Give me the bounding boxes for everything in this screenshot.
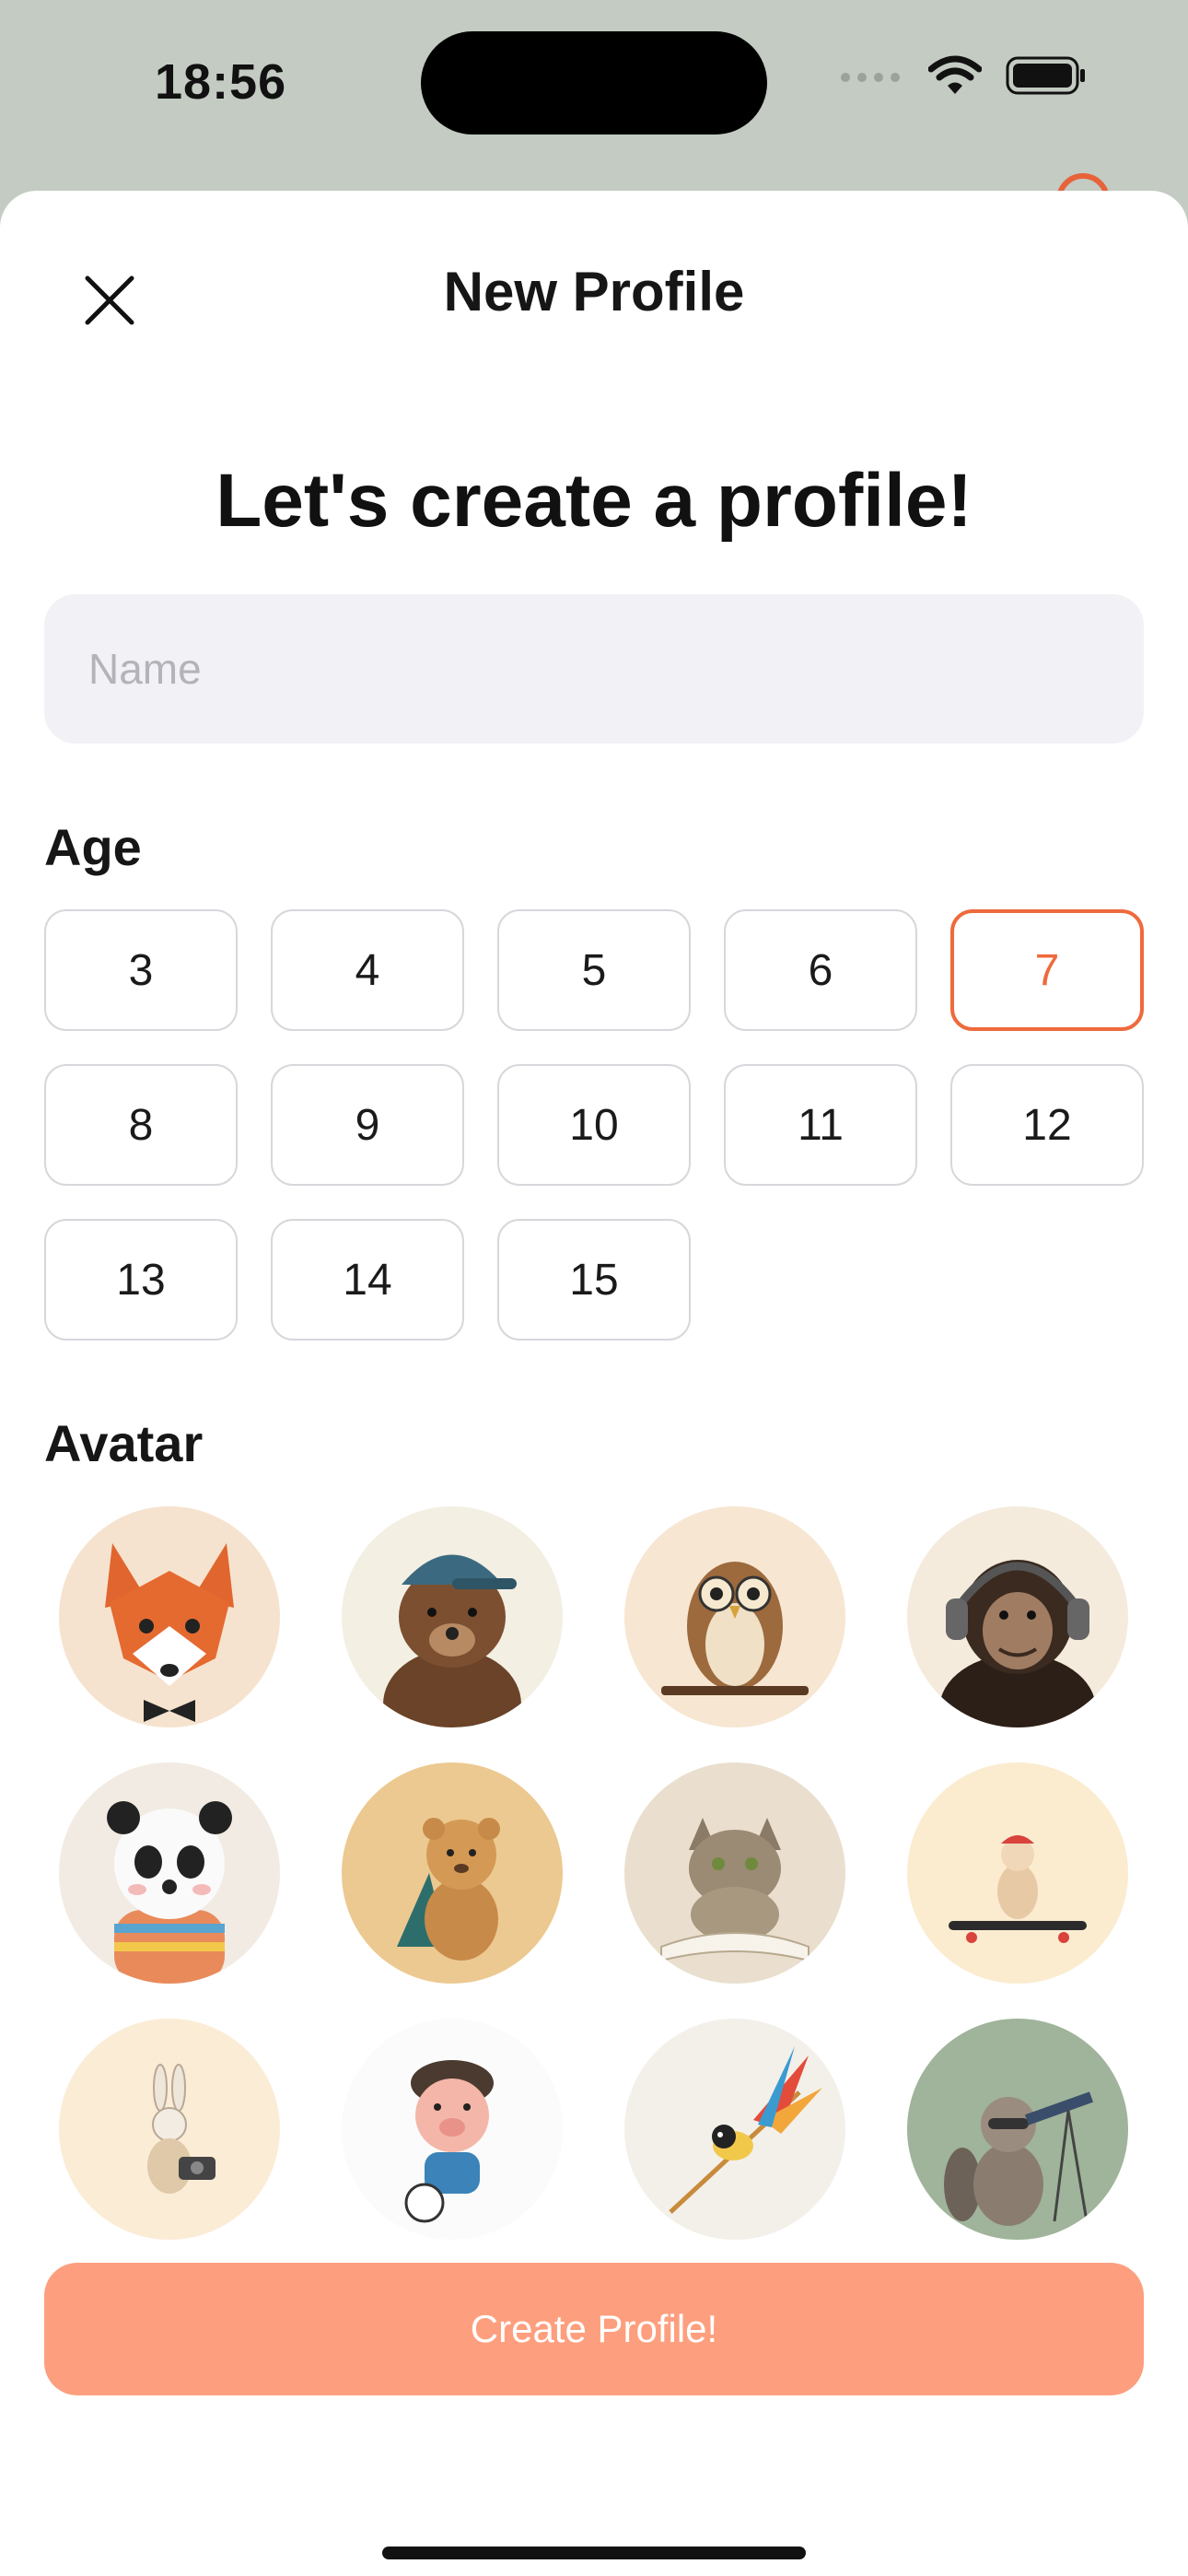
wifi-icon	[927, 55, 983, 100]
status-icons	[840, 55, 1087, 100]
age-option[interactable]: 15	[497, 1219, 691, 1341]
age-option[interactable]: 7	[950, 909, 1144, 1031]
piglet-avatar[interactable]	[342, 2019, 563, 2240]
home-indicator	[382, 2547, 806, 2559]
page-title: New Profile	[443, 261, 745, 322]
fox-avatar[interactable]	[59, 1506, 280, 1727]
headline: Let's create a profile!	[215, 459, 973, 543]
age-label: Age	[44, 818, 142, 876]
bulldog-avatar[interactable]	[907, 1762, 1128, 1984]
age-option[interactable]: 12	[950, 1064, 1144, 1186]
dynamic-island	[421, 31, 767, 135]
create-profile-button[interactable]: Create Profile!	[44, 2263, 1144, 2395]
age-option[interactable]: 5	[497, 909, 691, 1031]
status-time: 18:56	[155, 54, 287, 110]
age-option[interactable]: 9	[271, 1064, 464, 1186]
age-option[interactable]: 10	[497, 1064, 691, 1186]
bear-avatar[interactable]	[342, 1506, 563, 1727]
age-selector: 3 4 5 6 7 8 9 10 11 12 13 14 15	[44, 909, 1144, 1341]
owl-avatar[interactable]	[624, 1506, 845, 1727]
age-option[interactable]: 4	[271, 909, 464, 1031]
age-option[interactable]: 13	[44, 1219, 238, 1341]
lion-cub-avatar[interactable]	[342, 1762, 563, 1984]
age-option[interactable]: 8	[44, 1064, 238, 1186]
chimpanzee-avatar[interactable]	[907, 1506, 1128, 1727]
age-option[interactable]: 3	[44, 909, 238, 1031]
battery-icon	[1006, 56, 1087, 100]
age-option[interactable]: 11	[724, 1064, 917, 1186]
rabbit-avatar[interactable]	[59, 2019, 280, 2240]
raccoon-avatar[interactable]	[907, 2019, 1128, 2240]
age-option[interactable]: 14	[271, 1219, 464, 1341]
avatar-label: Avatar	[44, 1414, 204, 1472]
panda-avatar[interactable]	[59, 1762, 280, 1984]
signal-icon	[840, 66, 904, 89]
cat-avatar[interactable]	[624, 1762, 845, 1984]
avatar-grid	[59, 1506, 1129, 2242]
name-input[interactable]	[44, 594, 1144, 744]
age-option[interactable]: 6	[724, 909, 917, 1031]
new-profile-sheet: New Profile Let's create a profile! Age …	[0, 191, 1188, 2576]
bird-avatar[interactable]	[624, 2019, 845, 2240]
